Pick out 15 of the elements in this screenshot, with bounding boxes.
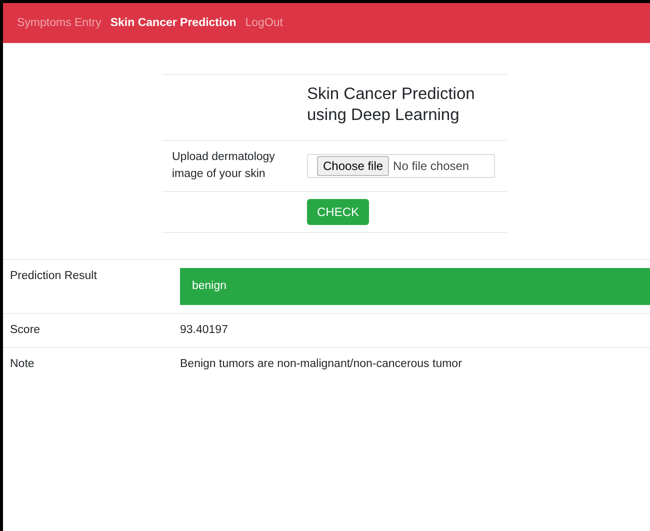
- result-value: 93.40197: [180, 323, 229, 338]
- upload-label: Upload dermatology image of your skin: [172, 150, 276, 182]
- nav-link[interactable]: Symptoms Entry: [17, 17, 102, 29]
- form-title: Skin Cancer Prediction using Deep Learning: [307, 84, 476, 126]
- file-input[interactable]: Choose file No file chosen: [307, 154, 495, 178]
- file-status: No file chosen: [393, 159, 470, 173]
- check-button[interactable]: CHECK: [307, 199, 370, 225]
- nav-link[interactable]: Skin Cancer Prediction: [110, 17, 236, 29]
- result-label: Prediction Result: [10, 269, 98, 284]
- result-badge: benign: [180, 268, 650, 305]
- result-label: Score: [10, 323, 42, 338]
- choose-file-button[interactable]: Choose file: [317, 156, 390, 176]
- result-label: Note: [10, 357, 36, 372]
- nav-link[interactable]: LogOut: [245, 17, 283, 29]
- result-value: Benign tumors are non-malignant/non-cancerous tumor: [180, 357, 463, 372]
